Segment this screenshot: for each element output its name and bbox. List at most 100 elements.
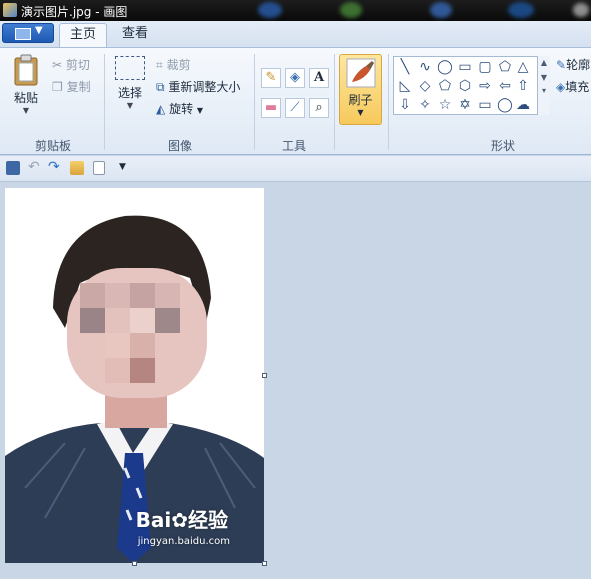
hexagon-shape-icon[interactable]: ⬡ xyxy=(456,77,474,95)
five-point-star-shape-icon[interactable]: ☆ xyxy=(436,96,454,114)
tools-group-label: 工具 xyxy=(281,139,306,153)
resize-handle-bottom[interactable] xyxy=(132,561,137,566)
down-arrow-shape-icon[interactable]: ⇩ xyxy=(396,96,414,114)
pencil-tool[interactable]: ✎ xyxy=(261,68,281,88)
paint-menu-button[interactable]: ▼ xyxy=(2,23,54,43)
scroll-up-icon[interactable]: ▲ xyxy=(538,58,550,67)
fill-tool[interactable]: ◈ xyxy=(285,68,305,88)
six-point-star-shape-icon[interactable]: ✡ xyxy=(456,96,474,114)
scroll-down-icon[interactable]: ▼ xyxy=(538,73,550,82)
rounded-rectangle-shape-icon[interactable]: ▢ xyxy=(476,58,494,76)
color-picker-tool[interactable]: ⟋ xyxy=(285,98,305,118)
cloud-callout-shape-icon[interactable]: ☁ xyxy=(514,96,532,114)
diamond-shape-icon[interactable]: ◇ xyxy=(416,77,434,95)
image-group-label: 图像 xyxy=(167,139,192,153)
pentagon-shape-icon[interactable]: ⬠ xyxy=(436,77,454,95)
callout-rect-shape-icon[interactable]: ▭ xyxy=(476,96,494,114)
cut-button[interactable]: ✂ 剪切 xyxy=(52,56,90,73)
rotate-button[interactable]: ◭ 旋转 ▼ xyxy=(156,100,203,117)
polygon-shape-icon[interactable]: ⬠ xyxy=(496,58,514,76)
resize-handle-right[interactable] xyxy=(262,373,267,378)
taskbar-blur xyxy=(508,2,534,18)
rotate-label: 旋转 xyxy=(169,102,194,116)
paint-app-icon[interactable] xyxy=(3,3,17,17)
window-title: 演示图片.jpg - 画图 xyxy=(21,5,128,19)
line-shape-icon[interactable]: ╲ xyxy=(396,58,414,76)
expand-gallery-icon[interactable]: ▾ xyxy=(538,86,550,95)
callout-oval-shape-icon[interactable]: ◯ xyxy=(496,96,514,114)
fill-label: 填充 xyxy=(565,80,590,94)
selection-rectangle-icon xyxy=(115,56,145,80)
right-arrow-shape-icon[interactable]: ⇨ xyxy=(476,77,494,95)
pencil-icon: ✎ xyxy=(265,70,277,85)
watermark-brand: Bai xyxy=(135,508,172,532)
select-label: 选择 xyxy=(117,86,142,100)
crop-button[interactable]: ⌗ 裁剪 xyxy=(156,56,191,73)
fill-button[interactable]: ◈填充 xyxy=(556,78,589,95)
eyedropper-icon: ⟋ xyxy=(290,100,300,115)
cut-label: 剪切 xyxy=(65,58,90,72)
tab-view[interactable]: 查看 xyxy=(113,23,157,47)
outline-button[interactable]: ✎轮廓 xyxy=(556,56,590,73)
eraser-tool[interactable]: ▬ xyxy=(261,98,281,118)
outline-icon: ✎ xyxy=(556,58,567,72)
shapes-scrollbar[interactable]: ▲ ▼ ▾ xyxy=(537,56,550,115)
canvas-image[interactable]: Bai✿经验 jingyan.baidu.com xyxy=(5,188,264,563)
magnifier-icon: ⌕ xyxy=(315,100,323,115)
taskbar-blur xyxy=(430,2,452,18)
watermark-logo: Bai✿经验 xyxy=(136,504,228,533)
canvas-workspace: Bai✿经验 jingyan.baidu.com xyxy=(0,182,591,579)
group-separator xyxy=(388,54,389,150)
shapes-group-label: 形状 xyxy=(490,139,515,153)
up-arrow-shape-icon[interactable]: ⇧ xyxy=(514,77,532,95)
redo-icon[interactable]: ↷ xyxy=(48,159,62,175)
watermark-url: jingyan.baidu.com xyxy=(137,536,230,547)
left-arrow-shape-icon[interactable]: ⇦ xyxy=(496,77,514,95)
taskbar-blur xyxy=(573,3,589,17)
magnifier-tool[interactable]: ⌕ xyxy=(309,98,329,118)
resize-icon: ⧉ xyxy=(156,80,165,94)
group-separator xyxy=(254,54,255,150)
chevron-down-icon: ▼ xyxy=(22,106,30,115)
taskbar-blur xyxy=(340,2,362,18)
group-separator xyxy=(334,54,335,150)
brushes-button[interactable]: 刷子 ▼ xyxy=(339,54,382,125)
copy-label: 复制 xyxy=(66,80,91,94)
crop-label: 裁剪 xyxy=(166,58,191,72)
text-tool[interactable]: A xyxy=(309,68,329,88)
select-button[interactable]: 选择 ▼ xyxy=(111,56,149,110)
text-a-icon: A xyxy=(313,70,325,85)
ribbon: 粘贴 ▼ ✂ 剪切 ❐ 复制 剪贴板 选择 ▼ ⌗ 裁剪 ⧉ 重新调整大小 ◭ … xyxy=(0,47,591,155)
chevron-down-icon: ▼ xyxy=(196,106,204,115)
rectangle-shape-icon[interactable]: ▭ xyxy=(456,58,474,76)
fill-icon: ◈ xyxy=(556,80,566,94)
resize-label: 重新调整大小 xyxy=(168,80,241,94)
document-icon xyxy=(15,28,31,40)
watermark-brand2: 经验 xyxy=(188,508,228,532)
shapes-gallery[interactable]: ╲ ∿ ◯ ▭ ▢ ⬠ △ ◺ ◇ ⬠ ⬡ ⇨ ⇦ ⇧ ⇩ ✧ ☆ ✡ ▭ ◯ … xyxy=(393,56,550,115)
tab-home[interactable]: 主页 xyxy=(59,23,107,47)
crop-icon: ⌗ xyxy=(156,58,163,72)
undo-icon[interactable]: ↶ xyxy=(28,159,42,175)
brush-icon xyxy=(346,58,375,88)
curve-shape-icon[interactable]: ∿ xyxy=(416,58,434,76)
blurred-face xyxy=(67,268,207,398)
quick-access-toolbar: ↶ ↷ ▼ xyxy=(0,156,591,182)
open-folder-icon[interactable] xyxy=(70,161,84,175)
oval-shape-icon[interactable]: ◯ xyxy=(436,58,454,76)
paste-button[interactable]: 粘贴 ▼ xyxy=(8,54,44,115)
save-icon[interactable] xyxy=(6,161,20,175)
rotate-icon: ◭ xyxy=(156,102,166,116)
customize-toolbar-icon[interactable]: ▼ xyxy=(119,162,133,176)
eraser-icon: ▬ xyxy=(264,100,278,115)
right-triangle-shape-icon[interactable]: ◺ xyxy=(396,77,414,95)
triangle-shape-icon[interactable]: △ xyxy=(514,58,532,76)
chevron-down-icon: ▼ xyxy=(35,25,43,36)
resize-button[interactable]: ⧉ 重新调整大小 xyxy=(156,78,240,95)
four-point-star-shape-icon[interactable]: ✧ xyxy=(416,96,434,114)
outline-label: 轮廓 xyxy=(566,58,591,72)
new-document-icon[interactable] xyxy=(93,161,105,175)
paste-label: 粘贴 xyxy=(13,91,38,105)
resize-handle-corner[interactable] xyxy=(262,561,267,566)
copy-button[interactable]: ❐ 复制 xyxy=(52,78,91,95)
